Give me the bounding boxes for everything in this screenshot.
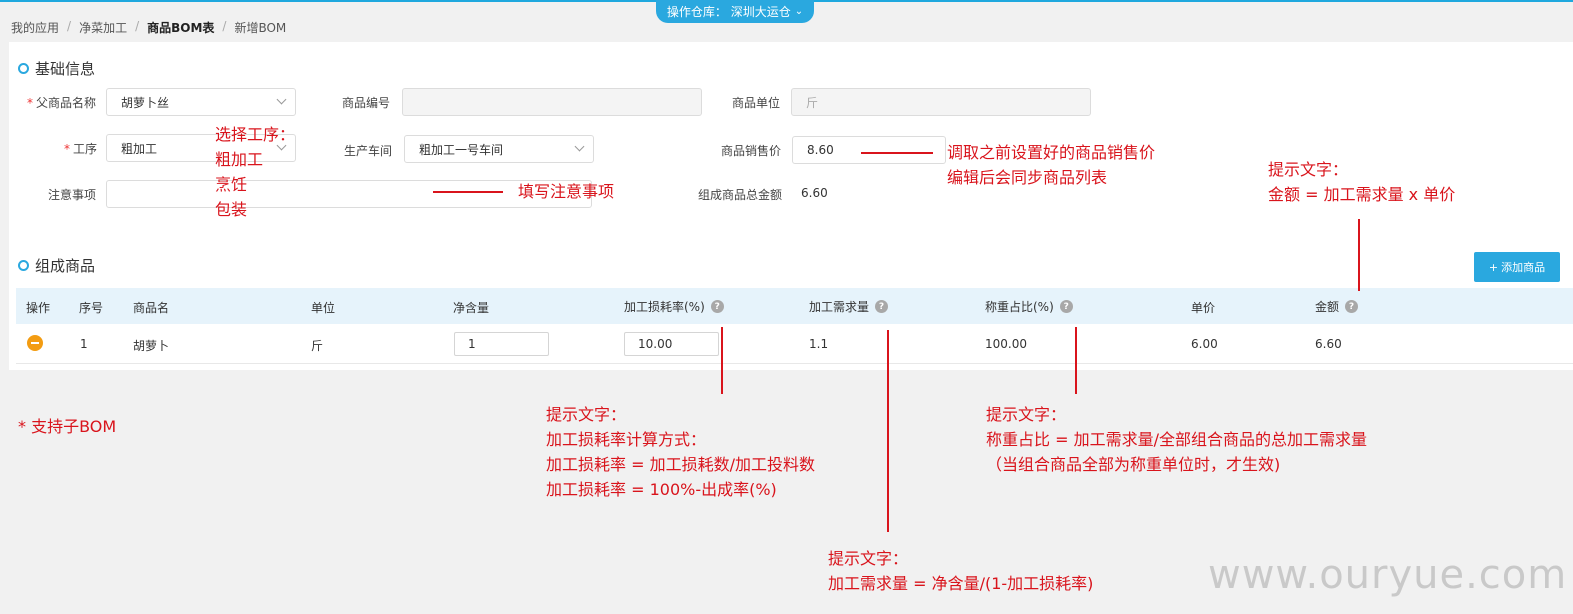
- chevron-down-icon: [276, 94, 287, 105]
- column-header: 净含量: [453, 301, 490, 315]
- parent-name-select[interactable]: 胡萝卜丝: [106, 88, 296, 116]
- breadcrumb-separator: /: [67, 19, 72, 33]
- help-icon[interactable]: ?: [875, 300, 889, 313]
- parent-name-label: * 父商品名称: [26, 96, 96, 110]
- column-header-ratio: 称重占比(%)?: [985, 298, 1073, 315]
- workshop-select[interactable]: 粗加工一号车间: [404, 135, 594, 163]
- code-input: [402, 88, 702, 116]
- workshop-label: 生产车间: [343, 144, 392, 158]
- unit-input: 斤: [791, 88, 1091, 116]
- process-label: * 工序: [63, 142, 97, 156]
- ratio-pointer-line: [1075, 327, 1077, 394]
- price-input[interactable]: 8.60: [792, 136, 946, 164]
- notes-pointer-line: [433, 191, 503, 193]
- column-header: 序号: [79, 301, 104, 315]
- loss-pointer-line: [721, 327, 723, 394]
- column-header-amount: 金额?: [1315, 298, 1359, 315]
- parent-name-value: 胡萝卜丝: [121, 95, 170, 110]
- warehouse-label: 操作仓库： 深圳大运仓: [666, 5, 791, 19]
- breadcrumb-item[interactable]: 净菜加工: [79, 19, 127, 36]
- help-icon[interactable]: ?: [1345, 300, 1359, 313]
- total-label: 组成商品总金额: [697, 188, 782, 202]
- add-product-button[interactable]: + 添加商品: [1474, 252, 1560, 282]
- components-label: 组成商品: [35, 257, 96, 275]
- price-value: 8.60: [807, 143, 834, 157]
- watermark: www.ouryue.com: [1208, 552, 1568, 598]
- basic-info-title: 基础信息: [18, 58, 95, 79]
- workshop-value: 粗加工一号车间: [419, 142, 504, 157]
- total-value: 6.60: [801, 186, 828, 200]
- breadcrumb-current: 新增BOM: [234, 21, 287, 35]
- remove-row-icon[interactable]: [27, 335, 43, 351]
- breadcrumb-item[interactable]: 商品BOM表: [147, 19, 214, 36]
- notes-label: 注意事项: [47, 188, 96, 202]
- components-title: 组成商品: [18, 255, 95, 276]
- table-row: 1 胡萝卜 斤 1.1 100.00 6.00 6.60: [16, 324, 1573, 364]
- row-amount: 6.60: [1315, 337, 1342, 351]
- row-ratio: 100.00: [985, 337, 1027, 351]
- unit-value: 斤: [806, 95, 819, 110]
- chevron-down-icon: [574, 141, 585, 152]
- breadcrumb-item[interactable]: 我的应用: [11, 19, 59, 36]
- row-price: 6.00: [1191, 337, 1218, 351]
- loss-rate-value: 10.00: [638, 337, 673, 351]
- price-label: 商品销售价: [720, 144, 781, 158]
- loss-hint: 提示文字： 加工损耗率计算方式： 加工损耗率 = 加工损耗数/加工投料数 加工损…: [546, 405, 815, 499]
- breadcrumb-separator: /: [222, 19, 227, 33]
- help-icon[interactable]: ?: [710, 300, 724, 313]
- ratio-hint: 提示文字： 称重占比 = 加工需求量/全部组合商品的总加工需求量 （当组合商品全…: [986, 405, 1367, 474]
- loss-rate-input[interactable]: 10.00: [624, 332, 719, 356]
- demand-hint: 提示文字： 加工需求量 = 净含量/(1-加工损耗率): [828, 549, 1094, 593]
- price-pointer-line: [861, 152, 933, 154]
- process-value: 粗加工: [121, 141, 158, 156]
- demand-pointer-line: [887, 330, 889, 532]
- basic-info-label: 基础信息: [35, 60, 96, 78]
- row-unit: 斤: [311, 339, 324, 353]
- table-header: 操作 序号 商品名 单位 净含量 加工损耗率(%)? 加工需求量? 称重占比(%…: [16, 288, 1573, 324]
- help-icon[interactable]: ?: [1059, 300, 1073, 313]
- breadcrumb: 我的应用 / 净菜加工 / 商品BOM表 / 新增BOM: [11, 19, 286, 36]
- price-hint: 调取之前设置好的商品销售价 编辑后会同步商品列表: [947, 143, 1156, 187]
- column-header: 单位: [311, 301, 336, 315]
- breadcrumb-separator: /: [135, 19, 140, 33]
- code-label: 商品编号: [341, 96, 390, 110]
- add-product-label: 添加商品: [1501, 261, 1546, 274]
- circle-icon: [18, 63, 29, 74]
- amount-pointer-line: [1358, 219, 1360, 291]
- notes-hint: 填写注意事项: [518, 182, 615, 201]
- column-header: 操作: [26, 301, 51, 315]
- column-header-demand: 加工需求量?: [809, 298, 889, 315]
- row-name: 胡萝卜: [133, 339, 170, 353]
- column-header: 单价: [1191, 301, 1216, 315]
- amount-hint: 提示文字： 金额 = 加工需求量 x 单价: [1268, 160, 1456, 204]
- row-index: 1: [80, 337, 88, 351]
- circle-icon: [18, 260, 29, 271]
- warehouse-selector[interactable]: 操作仓库： 深圳大运仓 ⌄: [656, 0, 814, 23]
- process-options-note: 选择工序： 粗加工 烹饪 包装: [215, 125, 296, 219]
- column-header-loss: 加工损耗率(%)?: [624, 298, 724, 315]
- net-content-value: 1: [468, 337, 476, 351]
- plus-icon: +: [1488, 260, 1499, 274]
- net-content-input[interactable]: 1: [454, 332, 549, 356]
- chevron-down-icon: ⌄: [794, 6, 804, 17]
- row-demand: 1.1: [809, 337, 829, 351]
- sub-bom-note: * 支持子BOM: [18, 417, 117, 436]
- unit-label: 商品单位: [731, 96, 780, 110]
- column-header: 商品名: [133, 301, 170, 315]
